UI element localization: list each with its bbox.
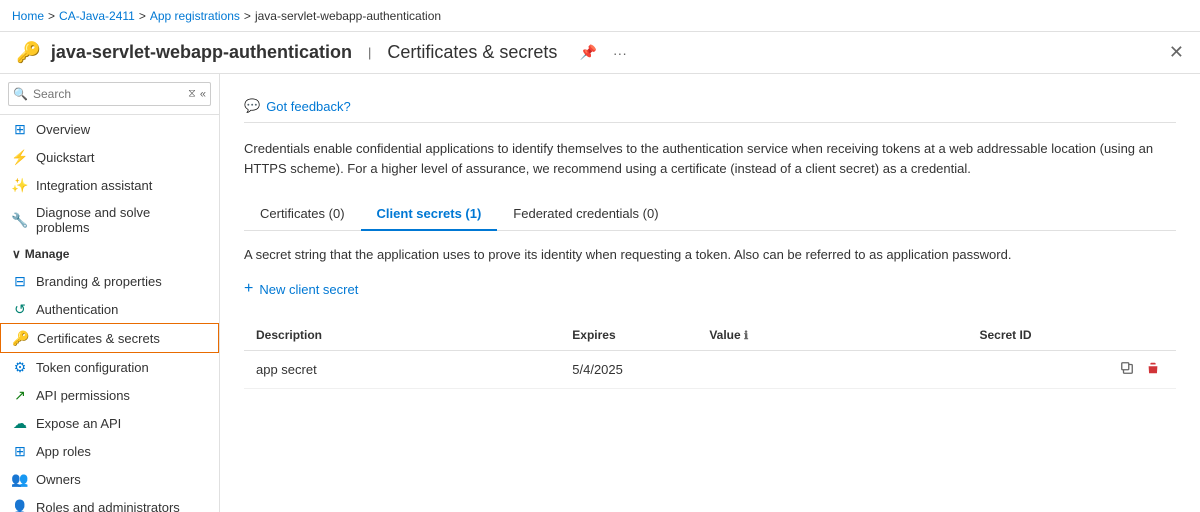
row-action-buttons — [1116, 359, 1164, 380]
content-area: 💬 Got feedback? Credentials enable confi… — [220, 74, 1200, 512]
cell-expires: 5/4/2025 — [560, 351, 697, 389]
app-roles-icon: ⊞ — [12, 443, 28, 459]
manage-label: Manage — [25, 247, 70, 261]
sidebar-label-overview: Overview — [36, 122, 90, 137]
cell-value — [697, 351, 967, 389]
authentication-icon: ↺ — [12, 301, 28, 317]
sidebar-item-integration[interactable]: ✨ Integration assistant — [0, 171, 219, 199]
copy-button[interactable] — [1116, 359, 1138, 380]
branding-icon: ⊟ — [12, 273, 28, 289]
roles-admins-icon: 👤 — [12, 499, 28, 512]
sidebar-label-diagnose: Diagnose and solve problems — [36, 205, 207, 235]
copy-icon — [1120, 361, 1134, 375]
cell-description: app secret — [244, 351, 560, 389]
sidebar: 🔍 ⧖ « ⊞ Overview ⚡ Quickstart ✨ Integrat… — [0, 74, 220, 512]
cell-secret-id — [967, 351, 1104, 389]
main-layout: 🔍 ⧖ « ⊞ Overview ⚡ Quickstart ✨ Integrat… — [0, 74, 1200, 512]
sidebar-item-diagnose[interactable]: 🔧 Diagnose and solve problems — [0, 199, 219, 241]
manage-section-header[interactable]: ∨ Manage — [0, 241, 219, 267]
tab-federated-credentials[interactable]: Federated credentials (0) — [497, 198, 674, 231]
breadcrumb: Home > CA-Java-2411 > App registrations … — [12, 9, 441, 23]
sidebar-label-quickstart: Quickstart — [36, 150, 95, 165]
add-secret-label: New client secret — [259, 282, 358, 297]
sidebar-label-app-roles: App roles — [36, 444, 91, 459]
col-header-description: Description — [244, 320, 560, 351]
col-header-actions — [1104, 320, 1176, 351]
tab-certificates[interactable]: Certificates (0) — [244, 198, 361, 231]
sidebar-label-roles-admins: Roles and administrators — [36, 500, 180, 512]
search-input[interactable] — [8, 82, 211, 106]
sidebar-item-app-roles[interactable]: ⊞ App roles — [0, 437, 219, 465]
sidebar-item-owners[interactable]: 👥 Owners — [0, 465, 219, 493]
sidebar-label-owners: Owners — [36, 472, 81, 487]
close-button[interactable]: ✕ — [1169, 42, 1184, 63]
sidebar-item-branding[interactable]: ⊟ Branding & properties — [0, 267, 219, 295]
table-header-row: Description Expires Value ℹ Secret ID — [244, 320, 1176, 351]
col-header-expires: Expires — [560, 320, 697, 351]
sidebar-label-api-permissions: API permissions — [36, 388, 130, 403]
header-separator: | — [368, 45, 371, 60]
owners-icon: 👥 — [12, 471, 28, 487]
search-wrapper: 🔍 ⧖ « — [8, 82, 211, 106]
tab-client-secrets[interactable]: Client secrets (1) — [361, 198, 498, 231]
value-info-icon[interactable]: ℹ — [744, 330, 748, 342]
diagnose-icon: 🔧 — [12, 212, 28, 228]
quickstart-icon: ⚡ — [12, 149, 28, 165]
secret-description: A secret string that the application use… — [244, 247, 1176, 262]
tabs-container: Certificates (0) Client secrets (1) Fede… — [244, 198, 1176, 231]
sidebar-label-branding: Branding & properties — [36, 274, 162, 289]
breadcrumb-home[interactable]: Home — [12, 9, 44, 23]
expose-api-icon: ☁ — [12, 415, 28, 431]
manage-chevron: ∨ — [12, 247, 21, 261]
breadcrumb-ca-java[interactable]: CA-Java-2411 — [59, 9, 135, 23]
app-name: java-servlet-webapp-authentication — [51, 42, 352, 63]
col-header-secret-id: Secret ID — [967, 320, 1104, 351]
sidebar-item-expose-api[interactable]: ☁ Expose an API — [0, 409, 219, 437]
top-bar: Home > CA-Java-2411 > App registrations … — [0, 0, 1200, 32]
pin-button[interactable]: 📌 — [575, 42, 600, 63]
breadcrumb-current: java-servlet-webapp-authentication — [255, 9, 441, 23]
api-permissions-icon: ↗ — [12, 387, 28, 403]
search-collapse-button[interactable]: « — [200, 88, 206, 101]
sidebar-label-expose-api: Expose an API — [36, 416, 121, 431]
sidebar-item-quickstart[interactable]: ⚡ Quickstart — [0, 143, 219, 171]
sidebar-label-authentication: Authentication — [36, 302, 118, 317]
sidebar-item-authentication[interactable]: ↺ Authentication — [0, 295, 219, 323]
search-box-container: 🔍 ⧖ « — [0, 74, 219, 115]
plus-icon: + — [244, 280, 253, 298]
key-icon: 🔑 — [16, 40, 41, 65]
cell-actions — [1104, 351, 1176, 389]
breadcrumb-app-reg[interactable]: App registrations — [150, 9, 240, 23]
sidebar-label-certificates: Certificates & secrets — [37, 331, 160, 346]
delete-icon — [1146, 361, 1160, 375]
sidebar-label-token-config: Token configuration — [36, 360, 149, 375]
search-icon: 🔍 — [13, 87, 28, 101]
sidebar-item-token-config[interactable]: ⚙ Token configuration — [0, 353, 219, 381]
sidebar-label-integration: Integration assistant — [36, 178, 152, 193]
sidebar-item-overview[interactable]: ⊞ Overview — [0, 115, 219, 143]
token-config-icon: ⚙ — [12, 359, 28, 375]
overview-icon: ⊞ — [12, 121, 28, 137]
sidebar-item-roles-admins[interactable]: 👤 Roles and administrators — [0, 493, 219, 512]
integration-icon: ✨ — [12, 177, 28, 193]
table-row: app secret 5/4/2025 — [244, 351, 1176, 389]
feedback-icon: 💬 — [244, 98, 260, 114]
certificates-icon: 🔑 — [13, 330, 29, 346]
col-header-value: Value ℹ — [697, 320, 967, 351]
search-actions: ⧖ « — [188, 88, 206, 101]
search-filter-button[interactable]: ⧖ — [188, 88, 196, 101]
delete-button[interactable] — [1142, 359, 1164, 380]
add-secret-button[interactable]: + New client secret — [244, 274, 358, 304]
feedback-label: Got feedback? — [266, 99, 351, 114]
page-header: 🔑 java-servlet-webapp-authentication | C… — [0, 32, 1200, 74]
header-actions: 📌 ··· — [575, 42, 630, 63]
page-title: Certificates & secrets — [387, 42, 557, 63]
sidebar-item-certificates[interactable]: 🔑 Certificates & secrets — [0, 323, 219, 353]
more-button[interactable]: ··· — [609, 43, 631, 63]
sidebar-item-api-permissions[interactable]: ↗ API permissions — [0, 381, 219, 409]
secrets-table: Description Expires Value ℹ Secret ID ap… — [244, 320, 1176, 389]
description-text: Credentials enable confidential applicat… — [244, 139, 1176, 178]
feedback-bar[interactable]: 💬 Got feedback? — [244, 90, 1176, 123]
